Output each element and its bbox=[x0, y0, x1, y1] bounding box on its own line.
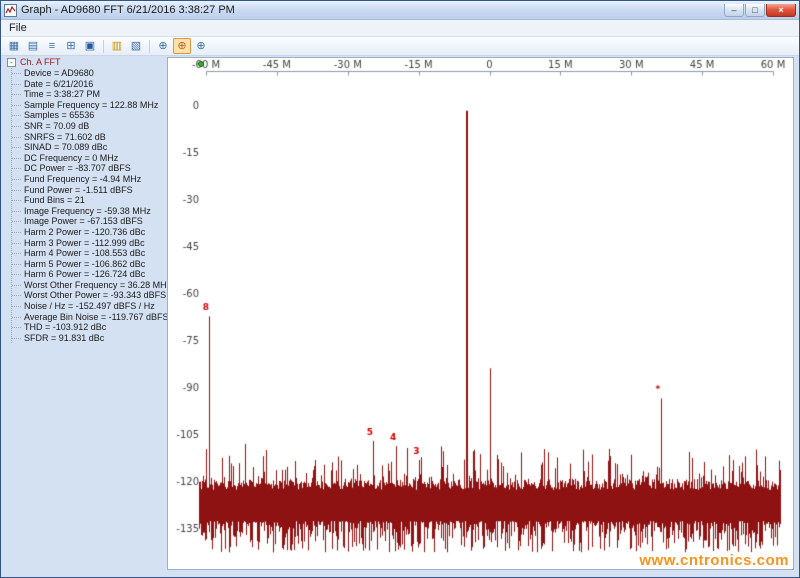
tree-item-samples[interactable]: Samples = 65536 bbox=[12, 110, 167, 121]
tree-item-dc-power[interactable]: DC Power = -83.707 dBFS bbox=[12, 163, 167, 174]
collapse-toggle-icon[interactable]: - bbox=[7, 58, 16, 67]
toolbar: ▦▤≡⊞▣▥▧⊕⊕⊕ bbox=[1, 37, 799, 56]
tree-item-sfdr[interactable]: SFDR = 91.831 dBc bbox=[12, 333, 167, 344]
tree-item-harm-3-power[interactable]: Harm 3 Power = -112.999 dBc bbox=[12, 238, 167, 249]
tree-item-sample-frequency[interactable]: Sample Frequency = 122.88 MHz bbox=[12, 100, 167, 111]
tree-item-device[interactable]: Device = AD9680 bbox=[12, 68, 167, 79]
tree-item-sinad[interactable]: SINAD = 70.089 dBc bbox=[12, 142, 167, 153]
tree-root-row[interactable]: - Ch. A FFT bbox=[7, 57, 167, 68]
status-indicator-icon bbox=[198, 61, 204, 67]
tree-item-image-power[interactable]: Image Power = -67.153 dBFS bbox=[12, 216, 167, 227]
tree-item-image-frequency[interactable]: Image Frequency = -59.38 MHz bbox=[12, 206, 167, 217]
tree-item-dc-frequency[interactable]: DC Frequency = 0 MHz bbox=[12, 153, 167, 164]
menu-file[interactable]: File bbox=[1, 21, 35, 35]
tree-item-harm-5-power[interactable]: Harm 5 Power = -106.862 dBc bbox=[12, 259, 167, 270]
menubar: File bbox=[1, 20, 799, 37]
cursor-box-button[interactable]: ⊞ bbox=[62, 38, 80, 54]
graph-window: Graph - AD9680 FFT 6/21/2016 3:38:27 PM … bbox=[0, 0, 800, 578]
fft-plot-panel: www.cntronics.com bbox=[167, 57, 794, 570]
fft-results-tree: - Ch. A FFT Device = AD9680Date = 6/21/2… bbox=[7, 57, 167, 343]
tree-item-snr[interactable]: SNR = 70.09 dB bbox=[12, 121, 167, 132]
tree-item-fund-bins[interactable]: Fund Bins = 21 bbox=[12, 195, 167, 206]
show-list-button[interactable]: ≡ bbox=[43, 38, 61, 54]
tree-item-thd[interactable]: THD = -103.912 dBc bbox=[12, 322, 167, 333]
window-controls: – □ × bbox=[724, 4, 796, 17]
tree-item-harm-6-power[interactable]: Harm 6 Power = -126.724 dBc bbox=[12, 269, 167, 280]
zoom-vertical-button[interactable]: ⊕ bbox=[192, 38, 210, 54]
tree-item-noise-hz[interactable]: Noise / Hz = -152.497 dBFS / Hz bbox=[12, 301, 167, 312]
zoom-box-button[interactable]: ⊕ bbox=[173, 38, 191, 54]
toolbar-separator bbox=[149, 40, 150, 53]
watermark: www.cntronics.com bbox=[639, 552, 789, 569]
export-graph-button[interactable]: ▦ bbox=[5, 38, 23, 54]
toolbar-separator bbox=[103, 40, 104, 53]
tree-item-worst-other-power[interactable]: Worst Other Power = -93.343 dBFS bbox=[12, 290, 167, 301]
window-icon bbox=[4, 4, 17, 17]
save-button[interactable]: ▣ bbox=[81, 38, 99, 54]
fft-plot-canvas[interactable] bbox=[168, 58, 793, 569]
titlebar[interactable]: Graph - AD9680 FFT 6/21/2016 3:38:27 PM … bbox=[1, 1, 799, 20]
tree-item-average-bin-noise[interactable]: Average Bin Noise = -119.767 dBFS bbox=[12, 312, 167, 323]
zoom-horizontal-button[interactable]: ⊕ bbox=[154, 38, 172, 54]
show-data-grid-button[interactable]: ▤ bbox=[24, 38, 42, 54]
tree-item-fund-frequency[interactable]: Fund Frequency = -4.94 MHz bbox=[12, 174, 167, 185]
client-area: - Ch. A FFT Device = AD9680Date = 6/21/2… bbox=[1, 56, 799, 577]
tree-children: Device = AD9680Date = 6/21/2016Time = 3:… bbox=[11, 68, 167, 343]
trace-settings-button[interactable]: ▧ bbox=[127, 38, 145, 54]
tree-item-harm-2-power[interactable]: Harm 2 Power = -120.736 dBc bbox=[12, 227, 167, 238]
tree-item-fund-power[interactable]: Fund Power = -1.511 dBFS bbox=[12, 185, 167, 196]
tree-item-date[interactable]: Date = 6/21/2016 bbox=[12, 79, 167, 90]
annotations-button[interactable]: ▥ bbox=[108, 38, 126, 54]
tree-item-time[interactable]: Time = 3:38:27 PM bbox=[12, 89, 167, 100]
maximize-button[interactable]: □ bbox=[745, 4, 765, 17]
minimize-button[interactable]: – bbox=[724, 4, 744, 17]
close-button[interactable]: × bbox=[766, 4, 796, 17]
tree-item-worst-other-frequency[interactable]: Worst Other Frequency = 36.28 MHz bbox=[12, 280, 167, 291]
tree-root-label: Ch. A FFT bbox=[20, 57, 61, 68]
window-title: Graph - AD9680 FFT 6/21/2016 3:38:27 PM bbox=[21, 4, 724, 16]
tree-item-snrfs[interactable]: SNRFS = 71.602 dB bbox=[12, 132, 167, 143]
tree-item-harm-4-power[interactable]: Harm 4 Power = -108.553 dBc bbox=[12, 248, 167, 259]
